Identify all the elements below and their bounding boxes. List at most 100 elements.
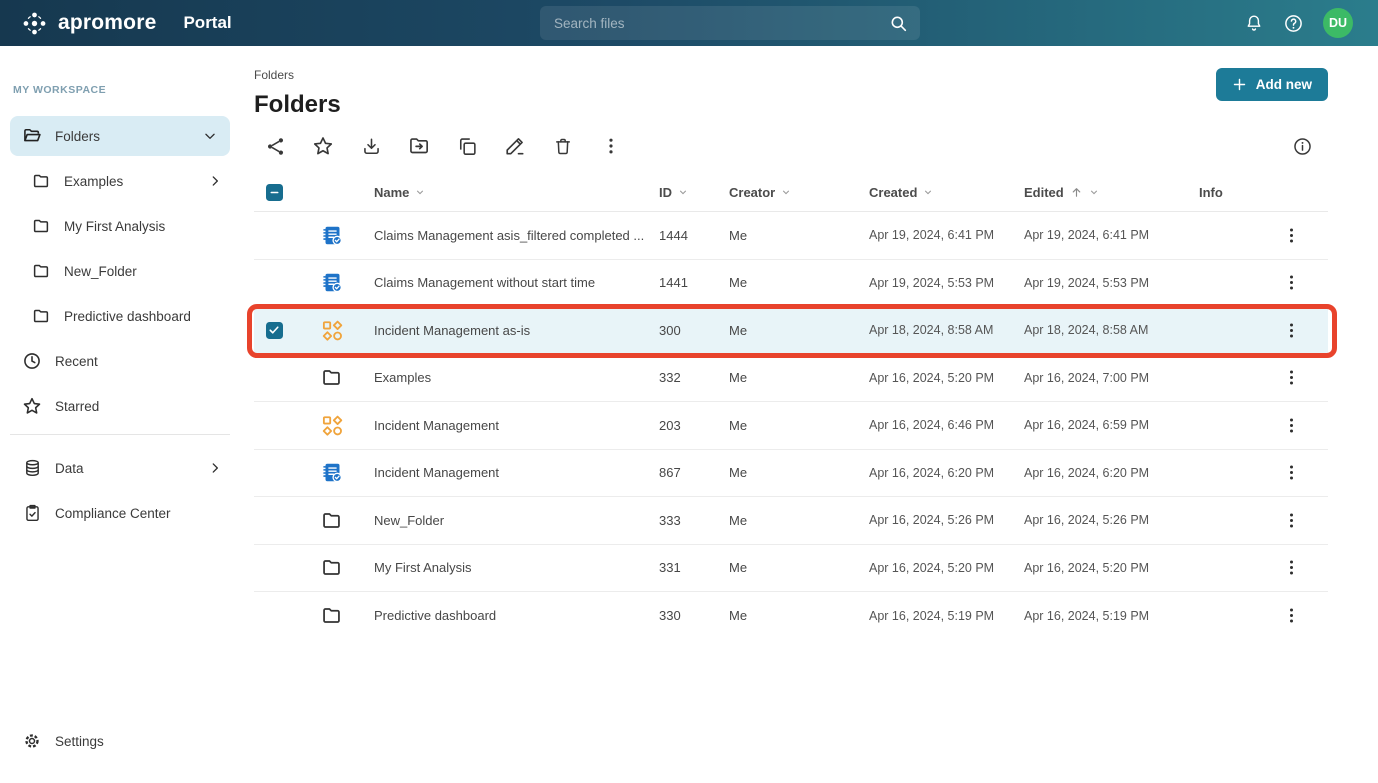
page-title: Folders xyxy=(254,91,1328,119)
item-edited: Apr 16, 2024, 6:20 PM xyxy=(1024,466,1199,480)
delete-trash-icon[interactable] xyxy=(551,134,575,158)
sidebar-item-data[interactable]: Data xyxy=(0,448,240,488)
row-menu-kebab-icon[interactable] xyxy=(1279,223,1303,247)
table-row[interactable]: Incident Management as-is300MeApr 18, 20… xyxy=(254,307,1328,355)
column-header-id[interactable]: ID xyxy=(659,185,729,200)
download-icon[interactable] xyxy=(359,134,383,158)
item-creator: Me xyxy=(729,560,869,575)
column-header-creator[interactable]: Creator xyxy=(729,185,869,200)
search-input[interactable] xyxy=(540,16,889,31)
files-table: Name ID Creator xyxy=(254,173,1328,640)
process-model-icon xyxy=(294,414,354,437)
row-checkbox[interactable] xyxy=(266,322,283,339)
folder-icon xyxy=(31,307,51,325)
share-icon[interactable] xyxy=(263,134,287,158)
item-name[interactable]: Claims Management without start time xyxy=(354,275,659,290)
sidebar-item-predictive-dashboard[interactable]: Predictive dashboard xyxy=(0,296,240,336)
row-menu-kebab-icon[interactable] xyxy=(1279,508,1303,532)
folder-icon xyxy=(294,605,354,626)
row-checkbox-cell[interactable] xyxy=(254,322,294,339)
sidebar-item-settings[interactable]: Settings xyxy=(0,721,240,761)
sort-chevron-icon xyxy=(678,187,688,197)
column-header-created[interactable]: Created xyxy=(869,185,1024,200)
sort-chevron-icon xyxy=(415,187,425,197)
sidebar-item-starred[interactable]: Starred xyxy=(0,386,240,426)
item-creator: Me xyxy=(729,418,869,433)
breadcrumb[interactable]: Folders xyxy=(254,68,1328,82)
user-avatar[interactable]: DU xyxy=(1323,8,1353,38)
item-created: Apr 16, 2024, 5:19 PM xyxy=(869,609,1024,623)
item-name[interactable]: Incident Management xyxy=(354,418,659,433)
table-row[interactable]: Examples332MeApr 16, 2024, 5:20 PMApr 16… xyxy=(254,355,1328,403)
sidebar-item-recent[interactable]: Recent xyxy=(0,341,240,381)
sort-chevron-icon xyxy=(1089,187,1099,197)
sidebar-item-compliance-center[interactable]: Compliance Center xyxy=(0,493,240,533)
help-icon[interactable] xyxy=(1283,13,1304,34)
row-menu-kebab-icon[interactable] xyxy=(1279,271,1303,295)
move-to-folder-icon[interactable] xyxy=(407,134,431,158)
edit-icon[interactable] xyxy=(503,134,527,158)
table-row[interactable]: Incident Management203MeApr 16, 2024, 6:… xyxy=(254,402,1328,450)
sidebar-item-my-first-analysis[interactable]: My First Analysis xyxy=(0,206,240,246)
table-body: Claims Management asis_filtered complete… xyxy=(254,211,1328,640)
search-icon[interactable] xyxy=(889,14,908,33)
row-menu-kebab-icon[interactable] xyxy=(1279,413,1303,437)
add-new-button[interactable]: Add new xyxy=(1216,68,1328,101)
folder-icon xyxy=(294,557,354,578)
table-row[interactable]: Claims Management without start time1441… xyxy=(254,260,1328,308)
item-created: Apr 18, 2024, 8:58 AM xyxy=(869,323,1024,337)
table-row[interactable]: My First Analysis331MeApr 16, 2024, 5:20… xyxy=(254,545,1328,593)
info-icon[interactable] xyxy=(1290,134,1314,158)
star-icon[interactable] xyxy=(311,134,335,158)
row-menu-kebab-icon[interactable] xyxy=(1279,556,1303,580)
select-all-checkbox[interactable] xyxy=(266,184,283,201)
item-edited: Apr 16, 2024, 7:00 PM xyxy=(1024,371,1199,385)
column-header-name[interactable]: Name xyxy=(354,185,659,200)
sort-chevron-icon xyxy=(781,187,791,197)
table-row[interactable]: Claims Management asis_filtered complete… xyxy=(254,212,1328,260)
folder-icon xyxy=(294,510,354,531)
item-id: 867 xyxy=(659,465,729,480)
plus-icon xyxy=(1232,77,1247,92)
row-menu-kebab-icon[interactable] xyxy=(1279,461,1303,485)
more-options-kebab-icon[interactable] xyxy=(599,134,623,158)
item-creator: Me xyxy=(729,465,869,480)
table-row[interactable]: New_Folder333MeApr 16, 2024, 5:26 PMApr … xyxy=(254,497,1328,545)
row-menu-kebab-icon[interactable] xyxy=(1279,318,1303,342)
item-name[interactable]: Incident Management xyxy=(354,465,659,480)
brand: apromore xyxy=(21,10,156,37)
star-icon xyxy=(22,396,42,416)
item-id: 300 xyxy=(659,323,729,338)
gear-icon xyxy=(22,731,42,751)
app-name: Portal xyxy=(183,13,231,33)
item-name[interactable]: New_Folder xyxy=(354,513,659,528)
apromore-logo-icon xyxy=(21,10,48,37)
folder-icon xyxy=(294,367,354,388)
item-creator: Me xyxy=(729,323,869,338)
item-name[interactable]: Claims Management asis_filtered complete… xyxy=(354,228,659,243)
column-header-edited[interactable]: Edited xyxy=(1024,185,1199,200)
chevron-down-icon[interactable] xyxy=(203,129,217,143)
item-id: 330 xyxy=(659,608,729,623)
sidebar-item-examples[interactable]: Examples xyxy=(0,161,240,201)
database-icon xyxy=(22,458,42,478)
sidebar-item-new-folder[interactable]: New_Folder xyxy=(0,251,240,291)
chevron-right-icon[interactable] xyxy=(208,174,222,188)
notifications-bell-icon[interactable] xyxy=(1244,13,1264,34)
table-row[interactable]: Incident Management867Me Apr 16, 2024, 6:… xyxy=(254,450,1328,498)
toolbar xyxy=(254,134,1328,158)
copy-icon[interactable] xyxy=(455,134,479,158)
search-bar[interactable] xyxy=(540,6,920,40)
sidebar-item-folders[interactable]: Folders xyxy=(10,116,230,156)
item-name[interactable]: Incident Management as-is xyxy=(354,323,659,338)
item-name[interactable]: My First Analysis xyxy=(354,560,659,575)
row-menu-kebab-icon[interactable] xyxy=(1279,604,1303,628)
row-menu-kebab-icon[interactable] xyxy=(1279,366,1303,390)
chevron-right-icon[interactable] xyxy=(208,461,222,475)
item-name[interactable]: Predictive dashboard xyxy=(354,608,659,623)
event-log-icon xyxy=(294,224,354,247)
item-creator: Me xyxy=(729,370,869,385)
item-name[interactable]: Examples xyxy=(354,370,659,385)
sort-chevron-icon xyxy=(923,187,933,197)
table-row[interactable]: Predictive dashboard330MeApr 16, 2024, 5… xyxy=(254,592,1328,640)
